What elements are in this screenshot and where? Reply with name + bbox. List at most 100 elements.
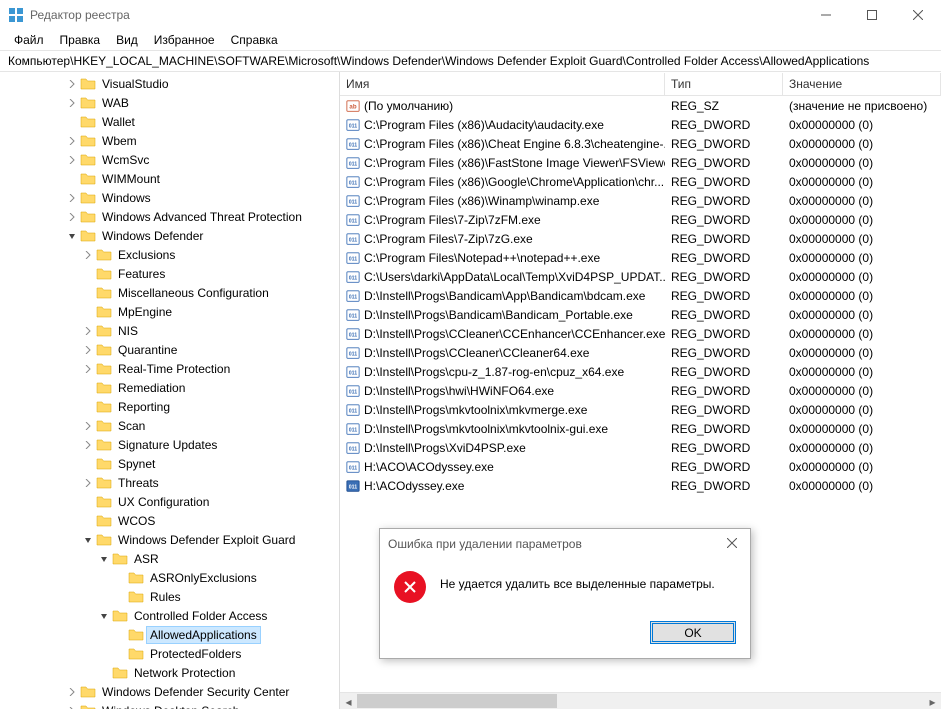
expand-icon[interactable] xyxy=(80,327,96,335)
tree-item[interactable]: Rules xyxy=(0,587,339,606)
tree-item[interactable]: WIMMount xyxy=(0,169,339,188)
address-bar[interactable]: Компьютер\HKEY_LOCAL_MACHINE\SOFTWARE\Mi… xyxy=(0,50,941,72)
list-row[interactable]: 011C:\Program Files\7-Zip\7zFM.exeREG_DW… xyxy=(340,210,941,229)
expand-icon[interactable] xyxy=(64,156,80,164)
tree-item[interactable]: Wbem xyxy=(0,131,339,150)
tree-item[interactable]: WcmSvc xyxy=(0,150,339,169)
menu-edit[interactable]: Правка xyxy=(52,31,109,49)
expand-icon[interactable] xyxy=(64,213,80,221)
list-row[interactable]: 011C:\Program Files (x86)\Audacity\audac… xyxy=(340,115,941,134)
scroll-thumb[interactable] xyxy=(357,694,557,708)
tree-item[interactable]: UX Configuration xyxy=(0,492,339,511)
column-type[interactable]: Тип xyxy=(665,73,783,95)
maximize-button[interactable] xyxy=(849,0,895,30)
column-name[interactable]: Имя xyxy=(340,73,665,95)
expand-icon[interactable] xyxy=(80,365,96,373)
tree-item[interactable]: Windows Defender Exploit Guard xyxy=(0,530,339,549)
tree-item[interactable]: ProtectedFolders xyxy=(0,644,339,663)
list-row[interactable]: 011D:\Instell\Progs\Bandicam\App\Bandica… xyxy=(340,286,941,305)
collapse-icon[interactable] xyxy=(96,612,112,620)
list-row[interactable]: 011D:\Instell\Progs\mkvtoolnix\mkvmerge.… xyxy=(340,400,941,419)
tree-item[interactable]: Windows Defender xyxy=(0,226,339,245)
expand-icon[interactable] xyxy=(64,99,80,107)
dialog-close-button[interactable] xyxy=(722,537,742,551)
tree-item[interactable]: Spynet xyxy=(0,454,339,473)
folder-icon xyxy=(80,114,96,130)
tree-item[interactable]: Windows Defender Security Center xyxy=(0,682,339,701)
horizontal-scrollbar[interactable]: ◂ ▸ xyxy=(340,692,941,709)
tree-pane[interactable]: VisualStudioWABWalletWbemWcmSvcWIMMountW… xyxy=(0,72,340,709)
list-row[interactable]: 011D:\Instell\Progs\hwi\HWiNFO64.exeREG_… xyxy=(340,381,941,400)
tree-item[interactable]: Threats xyxy=(0,473,339,492)
tree-item[interactable]: AllowedApplications xyxy=(0,625,339,644)
tree-item[interactable]: NIS xyxy=(0,321,339,340)
tree-item[interactable]: Remediation xyxy=(0,378,339,397)
expand-icon[interactable] xyxy=(64,688,80,696)
svg-text:ab: ab xyxy=(349,103,356,110)
list-row[interactable]: 011D:\Instell\Progs\cpu-z_1.87-rog-en\cp… xyxy=(340,362,941,381)
expand-icon[interactable] xyxy=(64,137,80,145)
list-row[interactable]: 011C:\Program Files (x86)\Cheat Engine 6… xyxy=(340,134,941,153)
scroll-left-arrow-icon[interactable]: ◂ xyxy=(340,693,357,709)
tree-item[interactable]: WCOS xyxy=(0,511,339,530)
list-row[interactable]: 011D:\Instell\Progs\mkvtoolnix\mkvtoolni… xyxy=(340,419,941,438)
tree-item[interactable]: Wallet xyxy=(0,112,339,131)
tree-item[interactable]: Windows Advanced Threat Protection xyxy=(0,207,339,226)
list-row[interactable]: 011C:\Program Files\Notepad++\notepad++.… xyxy=(340,248,941,267)
list-row[interactable]: 011C:\Users\darki\AppData\Local\Temp\Xvi… xyxy=(340,267,941,286)
expand-icon[interactable] xyxy=(80,479,96,487)
tree-item[interactable]: Exclusions xyxy=(0,245,339,264)
tree-item[interactable]: Scan xyxy=(0,416,339,435)
collapse-icon[interactable] xyxy=(64,232,80,240)
expand-icon[interactable] xyxy=(80,346,96,354)
tree-item[interactable]: MpEngine xyxy=(0,302,339,321)
expand-icon[interactable] xyxy=(80,422,96,430)
list-row[interactable]: 011D:\Instell\Progs\XviD4PSP.exeREG_DWOR… xyxy=(340,438,941,457)
folder-icon xyxy=(96,437,112,453)
expand-icon[interactable] xyxy=(64,80,80,88)
list-row[interactable]: 011D:\Instell\Progs\CCleaner\CCEnhancer\… xyxy=(340,324,941,343)
menu-view[interactable]: Вид xyxy=(108,31,146,49)
tree-item[interactable]: ASR xyxy=(0,549,339,568)
tree-item[interactable]: WAB xyxy=(0,93,339,112)
tree-item[interactable]: Controlled Folder Access xyxy=(0,606,339,625)
tree-item[interactable]: Windows xyxy=(0,188,339,207)
tree-item[interactable]: Real-Time Protection xyxy=(0,359,339,378)
svg-text:011: 011 xyxy=(349,484,358,490)
list-row[interactable]: 011C:\Program Files (x86)\Winamp\winamp.… xyxy=(340,191,941,210)
list-row[interactable]: 011H:\ACOdyssey.exeREG_DWORD0x00000000 (… xyxy=(340,476,941,495)
expand-icon[interactable] xyxy=(80,251,96,259)
folder-icon xyxy=(112,608,128,624)
expand-icon[interactable] xyxy=(80,441,96,449)
tree-item-label: UX Configuration xyxy=(115,494,212,510)
tree-item[interactable]: Features xyxy=(0,264,339,283)
list-row[interactable]: 011H:\ACO\ACOdyssey.exeREG_DWORD0x000000… xyxy=(340,457,941,476)
scroll-right-arrow-icon[interactable]: ▸ xyxy=(924,693,941,709)
collapse-icon[interactable] xyxy=(96,555,112,563)
tree-item[interactable]: Network Protection xyxy=(0,663,339,682)
list-row[interactable]: ab(По умолчанию)REG_SZ(значение не присв… xyxy=(340,96,941,115)
dialog-ok-button[interactable]: OK xyxy=(650,621,736,644)
tree-item[interactable]: Signature Updates xyxy=(0,435,339,454)
tree-item[interactable]: ASROnlyExclusions xyxy=(0,568,339,587)
menu-file[interactable]: Файл xyxy=(6,31,52,49)
list-row[interactable]: 011C:\Program Files (x86)\FastStone Imag… xyxy=(340,153,941,172)
tree-item[interactable]: Quarantine xyxy=(0,340,339,359)
minimize-button[interactable] xyxy=(803,0,849,30)
tree-item[interactable]: Windows Desktop Search xyxy=(0,701,339,709)
list-row[interactable]: 011D:\Instell\Progs\Bandicam\Bandicam_Po… xyxy=(340,305,941,324)
list-row[interactable]: 011C:\Program Files\7-Zip\7zG.exeREG_DWO… xyxy=(340,229,941,248)
list-row[interactable]: 011D:\Instell\Progs\CCleaner\CCleaner64.… xyxy=(340,343,941,362)
close-button[interactable] xyxy=(895,0,941,30)
reg-dword-icon: 011 xyxy=(346,308,360,322)
collapse-icon[interactable] xyxy=(80,536,96,544)
tree-item-label: Network Protection xyxy=(131,665,238,681)
menu-favorites[interactable]: Избранное xyxy=(146,31,223,49)
list-row[interactable]: 011C:\Program Files (x86)\Google\Chrome\… xyxy=(340,172,941,191)
expand-icon[interactable] xyxy=(64,194,80,202)
column-value[interactable]: Значение xyxy=(783,73,941,95)
tree-item[interactable]: Miscellaneous Configuration xyxy=(0,283,339,302)
tree-item[interactable]: VisualStudio xyxy=(0,74,339,93)
menu-help[interactable]: Справка xyxy=(223,31,286,49)
tree-item[interactable]: Reporting xyxy=(0,397,339,416)
